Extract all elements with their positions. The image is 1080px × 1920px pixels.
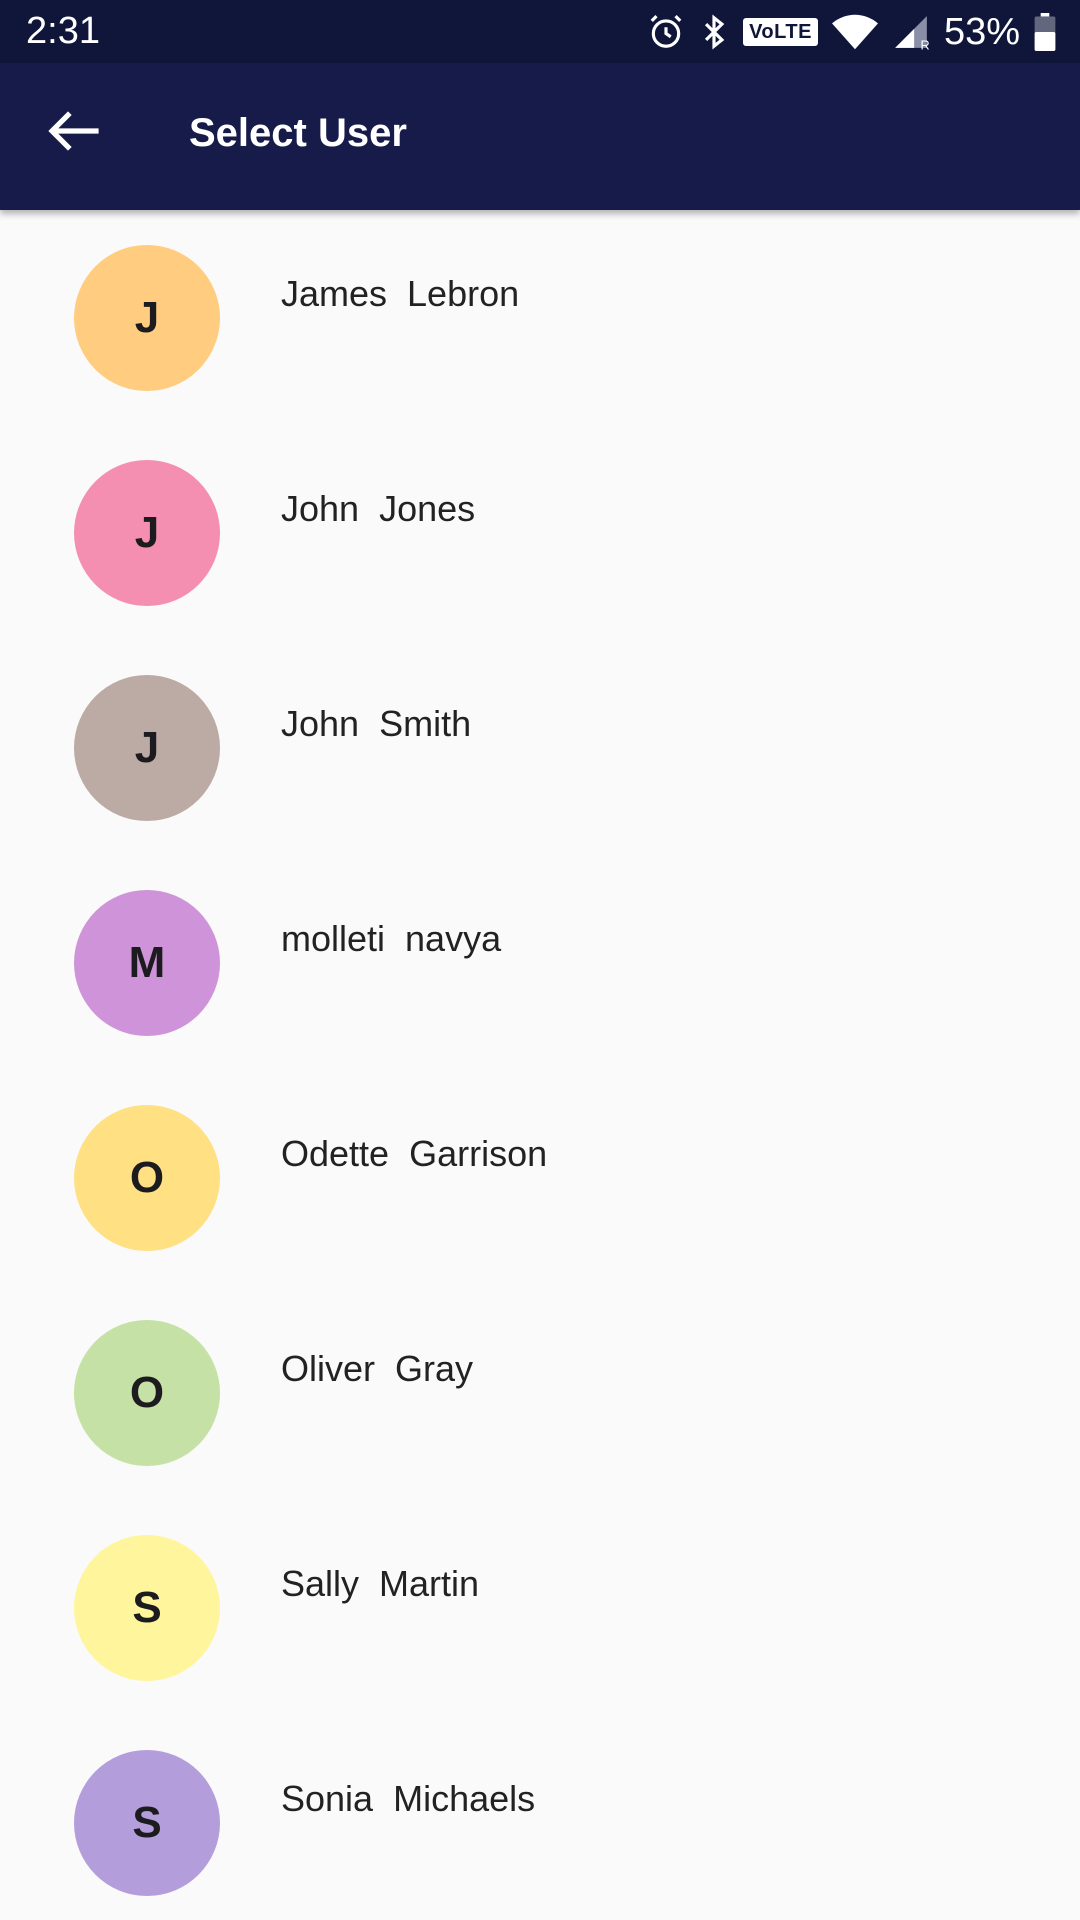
user-name: James Lebron: [281, 273, 520, 314]
avatar: O: [74, 1320, 220, 1466]
alarm-icon: [647, 13, 685, 51]
wifi-icon: [831, 14, 878, 50]
status-bar: 2:31 VoLTE R 53%: [0, 0, 1080, 63]
arrow-left-icon: [48, 110, 100, 156]
avatar: M: [74, 890, 220, 1036]
avatar: S: [74, 1750, 220, 1896]
status-time: 2:31: [26, 10, 100, 52]
list-item[interactable]: O Odette Garrison: [0, 1070, 1080, 1285]
avatar: J: [74, 675, 220, 821]
list-item[interactable]: S Sonia Michaels: [0, 1715, 1080, 1920]
app-bar: Select User: [0, 63, 1080, 210]
page-title: Select User: [189, 111, 407, 155]
list-item[interactable]: Mmolleti navya: [0, 855, 1080, 1070]
list-item[interactable]: J James Lebron: [0, 210, 1080, 425]
battery-percent: 53%: [943, 10, 1020, 53]
user-name: John Smith: [281, 703, 472, 744]
list-item[interactable]: J John Jones: [0, 425, 1080, 640]
list-item[interactable]: S Sally Martin: [0, 1500, 1080, 1715]
user-name: Odette Garrison: [281, 1133, 548, 1174]
avatar: J: [74, 245, 220, 391]
user-name: Sonia Michaels: [281, 1778, 536, 1819]
back-button[interactable]: [34, 93, 114, 173]
status-icons: VoLTE R 53%: [647, 0, 1056, 63]
volte-icon: VoLTE: [743, 17, 818, 46]
bluetooth-icon: [699, 13, 729, 51]
svg-text:R: R: [920, 38, 929, 51]
avatar: J: [74, 460, 220, 606]
list-item[interactable]: J John Smith: [0, 640, 1080, 855]
user-name: Oliver Gray: [281, 1348, 474, 1389]
user-list: J James Lebron J John Jones J John Smith Mmoll…: [0, 210, 1080, 1920]
user-name: molleti navya: [281, 918, 502, 959]
avatar: S: [74, 1535, 220, 1681]
user-name: John Jones: [281, 488, 476, 529]
avatar: O: [74, 1105, 220, 1251]
user-name: Sally Martin: [281, 1563, 480, 1604]
battery-icon: [1034, 12, 1056, 51]
list-item[interactable]: O Oliver Gray: [0, 1285, 1080, 1500]
signal-icon: R: [892, 13, 930, 51]
